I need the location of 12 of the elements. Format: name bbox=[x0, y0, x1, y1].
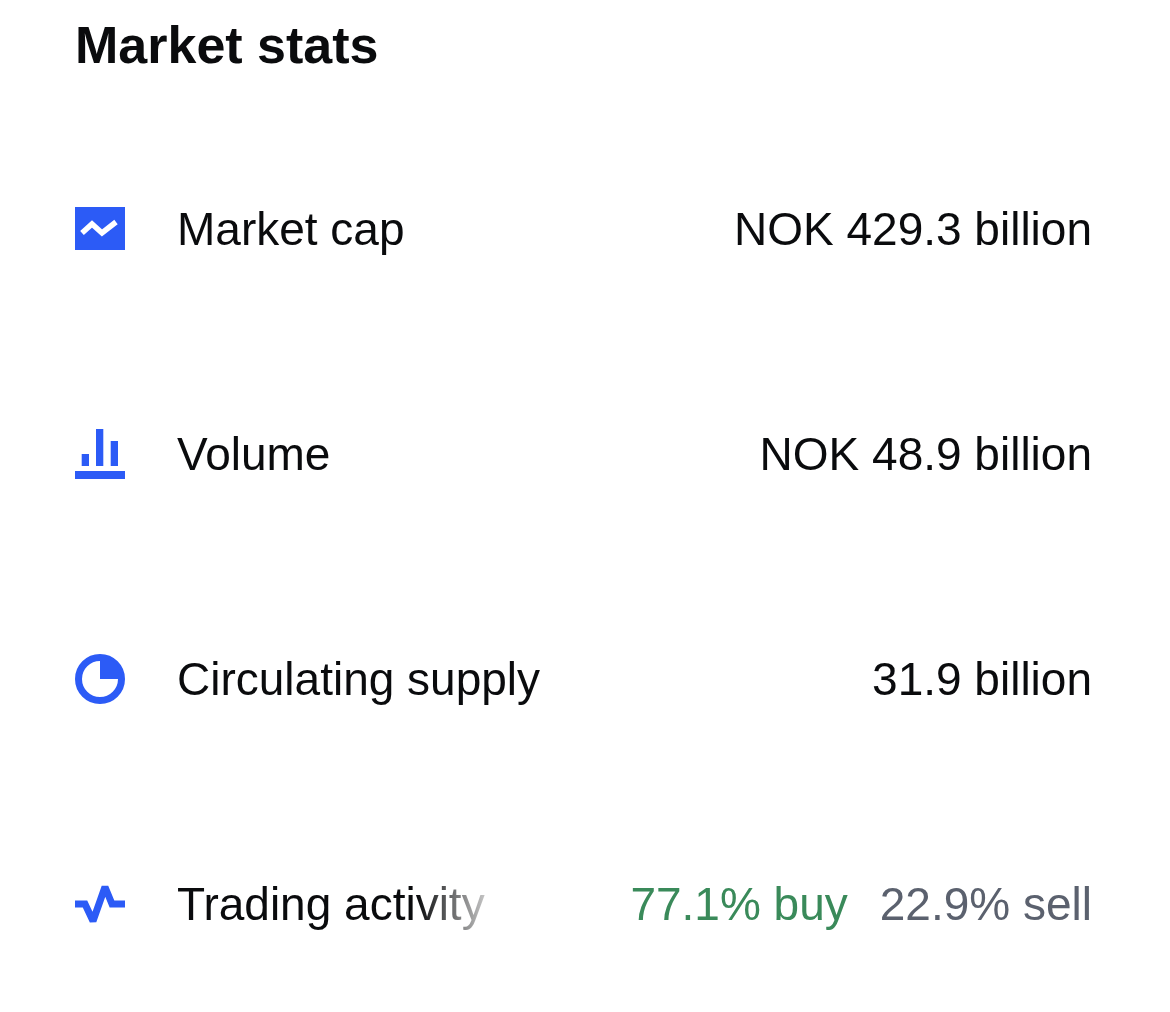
stat-value: NOK 429.3 billion bbox=[734, 201, 1092, 257]
stat-label: Market cap bbox=[177, 201, 405, 257]
pie-chart-icon bbox=[75, 653, 125, 704]
trend-chart-icon bbox=[75, 207, 125, 250]
stat-label: Circulating supply bbox=[177, 651, 541, 707]
sell-percentage: 22.9% sell bbox=[879, 876, 1092, 932]
stat-value: 31.9 billion bbox=[872, 651, 1092, 707]
bar-chart-icon bbox=[75, 428, 125, 479]
stat-label: Volume bbox=[177, 426, 331, 482]
stat-value: NOK 48.9 billion bbox=[759, 426, 1092, 482]
buy-percentage: 77.1% buy bbox=[630, 876, 848, 932]
section-title: Market stats bbox=[75, 15, 379, 76]
